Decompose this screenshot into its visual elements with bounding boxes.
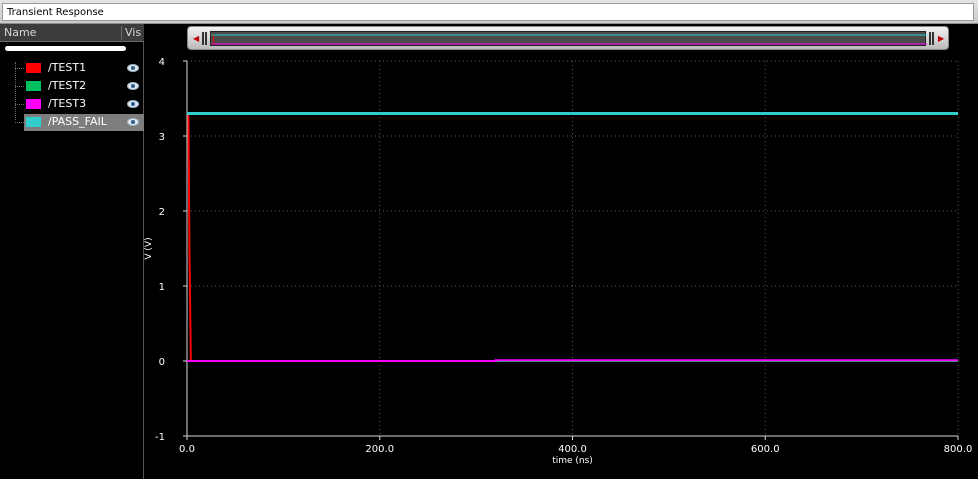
color-swatch (26, 99, 41, 109)
x-tick-label: 800.0 (944, 444, 973, 455)
series-line (187, 359, 958, 362)
signal-label: /PASS_FAIL (48, 115, 107, 128)
signal-label: /TEST1 (48, 61, 87, 74)
signal-row-test2[interactable]: /TEST2 (15, 78, 143, 95)
y-tick-label: 0 (159, 357, 165, 368)
tree-branch (15, 86, 24, 87)
signal-list-header: Name Vis (0, 24, 144, 42)
tree-branch (15, 68, 24, 69)
signal-label: /TEST3 (48, 97, 87, 110)
x-tick-label: 600.0 (751, 444, 780, 455)
signal-list-panel: Name Vis /TEST1 /TEST2 /TEST3 /PASS_FAIL (0, 24, 155, 479)
eye-icon[interactable] (127, 100, 139, 108)
eye-icon[interactable] (127, 64, 139, 72)
signal-row-test3[interactable]: /TEST3 (15, 96, 143, 113)
horizontal-scroll-slider[interactable] (5, 46, 126, 51)
signal-row-pass-fail[interactable]: /PASS_FAIL (15, 114, 155, 131)
y-tick-label: 4 (159, 57, 165, 68)
y-tick-label: 1 (159, 282, 165, 293)
y-tick-label: -1 (155, 432, 165, 443)
signal-row-test1[interactable]: /TEST1 (15, 60, 143, 77)
color-swatch (26, 81, 41, 91)
color-swatch (26, 63, 41, 73)
tree-branch (15, 122, 24, 123)
plot-area[interactable]: ◀ ▶ -1 0 1 2 3 4 0.0 200.0 400.0 600.0 800.0 time (… (144, 24, 978, 479)
x-tick-label: 200.0 (365, 444, 394, 455)
tree-branch (15, 104, 24, 105)
title-bar: Transient Response (0, 0, 978, 24)
x-tick-label: 400.0 (558, 444, 587, 455)
eye-icon[interactable] (127, 82, 139, 90)
color-swatch (26, 117, 41, 127)
eye-icon[interactable] (127, 118, 139, 126)
transient-chart[interactable]: -1 0 1 2 3 4 0.0 200.0 400.0 600.0 800.0 time (ns) V… (144, 24, 978, 479)
column-header-vis[interactable]: Vis (121, 26, 141, 40)
x-tick-label: 0.0 (179, 444, 195, 455)
y-axis-label: V (V) (144, 237, 154, 259)
signal-label: /TEST2 (48, 79, 87, 92)
y-tick-label: 3 (159, 132, 165, 143)
window-title: Transient Response (2, 3, 974, 21)
y-tick-label: 2 (159, 207, 165, 218)
x-axis-label: time (ns) (552, 456, 593, 466)
column-header-name[interactable]: Name (4, 26, 36, 39)
